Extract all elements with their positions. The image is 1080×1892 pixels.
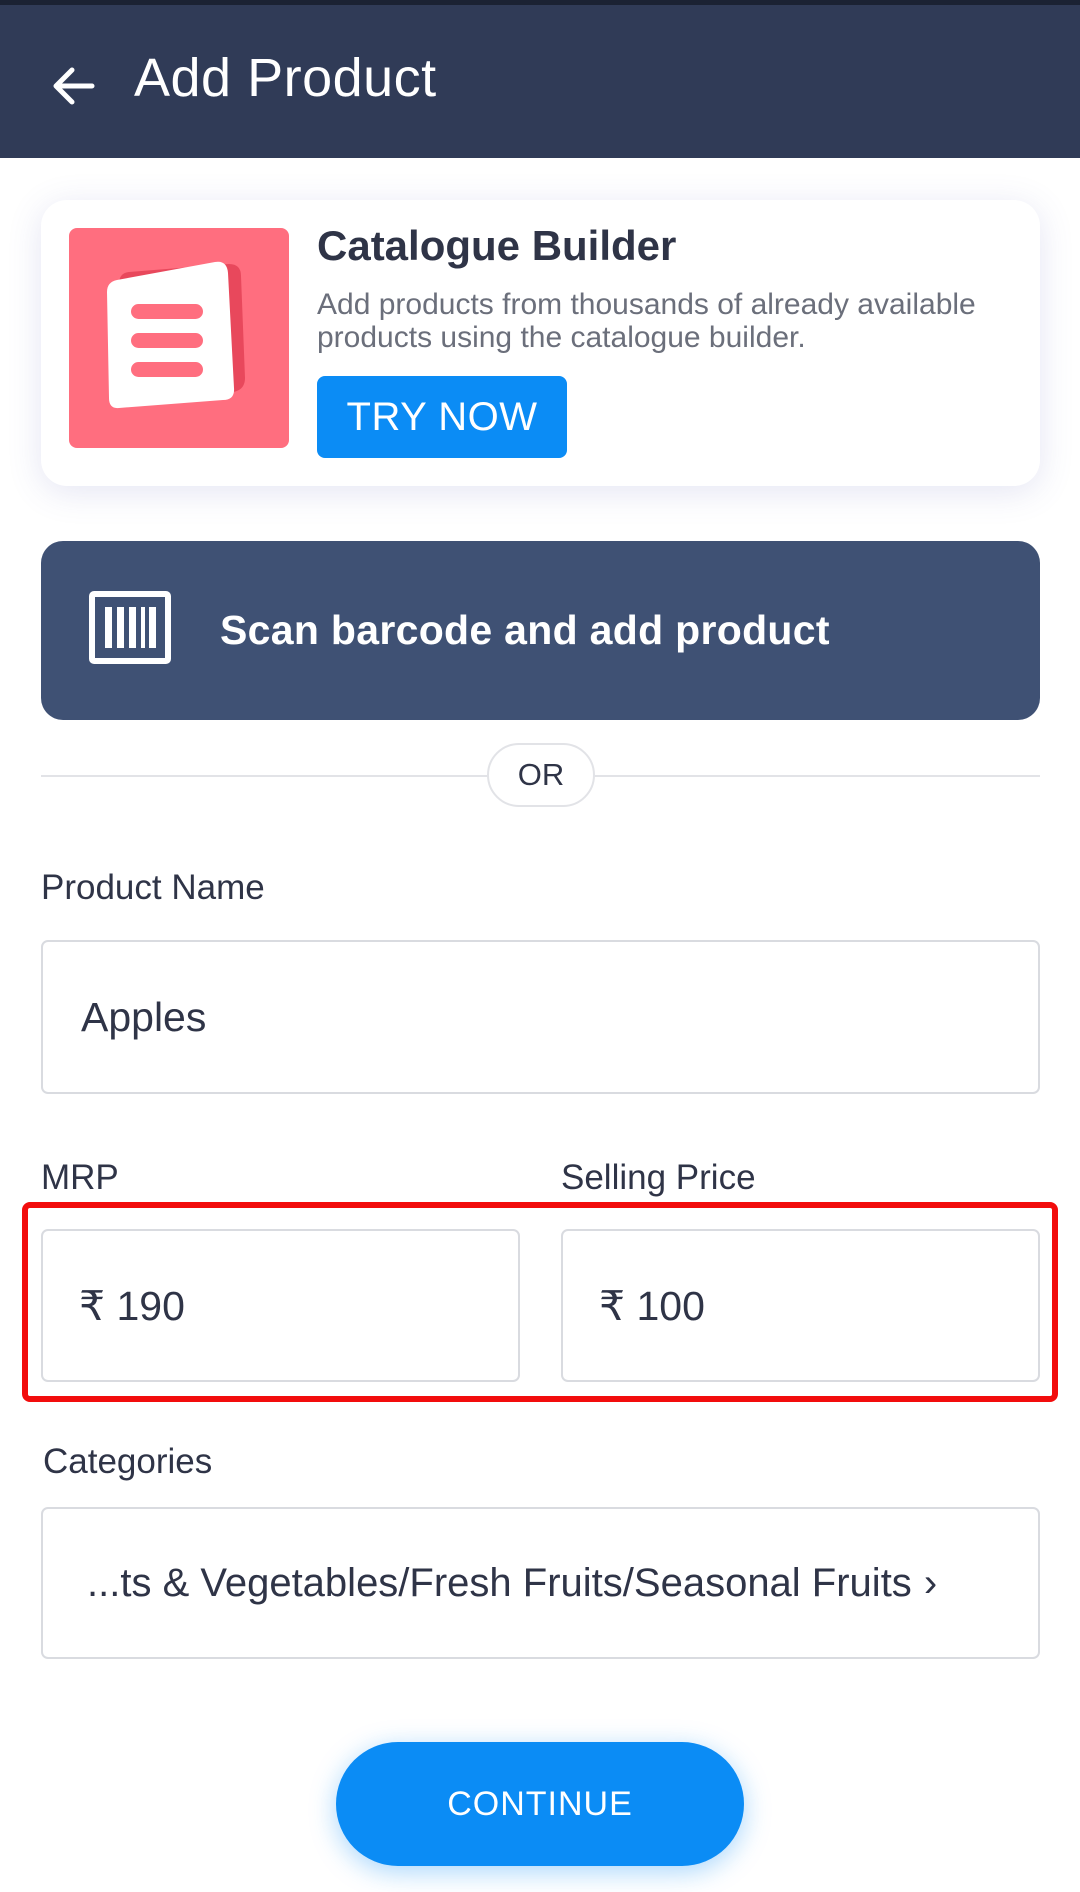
scan-barcode-button[interactable]: Scan barcode and add product	[41, 541, 1040, 720]
continue-button[interactable]: CONTINUE	[336, 1742, 744, 1866]
barcode-icon	[89, 591, 171, 664]
catalogue-builder-card: Catalogue Builder Add products from thou…	[41, 200, 1040, 486]
try-now-button[interactable]: TRY NOW	[317, 376, 567, 458]
categories-value: ...ts & Vegetables/Fresh Fruits/Seasonal…	[87, 1560, 912, 1605]
price-fields-highlight	[22, 1202, 1058, 1402]
catalogue-description: Add products from thousands of already a…	[317, 288, 976, 354]
arrow-left-icon	[53, 67, 95, 105]
catalogue-thumbnail	[69, 228, 289, 448]
product-name-value: Apples	[81, 993, 207, 1040]
mrp-label: MRP	[41, 1158, 119, 1197]
or-divider-label: OR	[487, 743, 595, 807]
product-name-input[interactable]: Apples	[41, 940, 1040, 1094]
page-title: Add Product	[134, 48, 437, 108]
catalogue-book-icon	[107, 261, 245, 409]
selling-price-label: Selling Price	[561, 1158, 756, 1197]
categories-value-wrap: ...ts & Vegetables/Fresh Fruits/Seasonal…	[87, 1509, 937, 1657]
product-name-label: Product Name	[41, 868, 265, 907]
back-button[interactable]	[44, 57, 102, 115]
app-header: Add Product	[0, 0, 1080, 158]
chevron-right-icon: ›	[923, 1560, 938, 1605]
categories-label: Categories	[43, 1442, 213, 1481]
categories-select[interactable]: ...ts & Vegetables/Fresh Fruits/Seasonal…	[41, 1507, 1040, 1659]
catalogue-title: Catalogue Builder	[317, 222, 677, 269]
scan-barcode-label: Scan barcode and add product	[220, 607, 830, 653]
